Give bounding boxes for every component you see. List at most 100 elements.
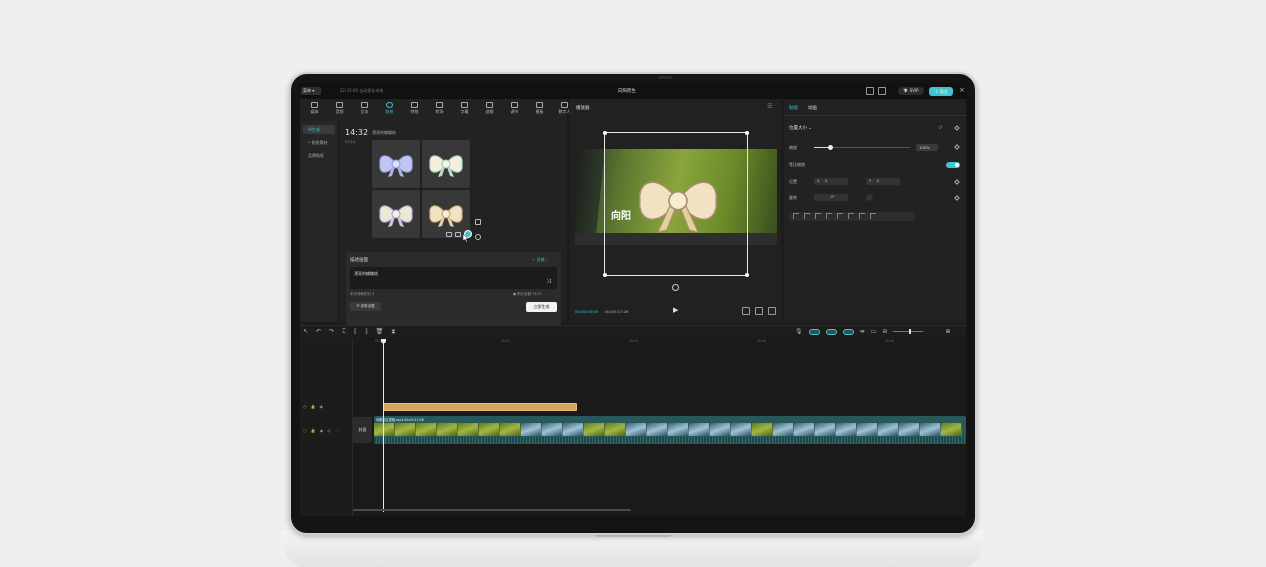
params-button[interactable]: ☰ 参数设置 <box>350 302 381 311</box>
playhead[interactable] <box>383 340 384 512</box>
export-button[interactable]: ⇪ 导出 <box>929 87 953 96</box>
tab-media[interactable]: 媒体 <box>302 101 327 117</box>
text-icon <box>361 102 368 108</box>
keyframe-icon[interactable] <box>954 125 960 131</box>
rotate-handle-icon[interactable] <box>672 284 679 291</box>
inspiration-link[interactable]: ✧ 灵感 › <box>532 257 548 263</box>
bow-thumbnail-3[interactable] <box>372 190 420 238</box>
tab-subtitle[interactable]: 字幕 <box>452 101 477 117</box>
tab-effects[interactable]: 特效 <box>402 101 427 117</box>
timeline-scrollbar[interactable] <box>353 509 631 511</box>
layout-icon[interactable] <box>866 87 874 95</box>
tab-transition[interactable]: 转场 <box>427 101 452 117</box>
undo-icon[interactable]: ↶ <box>316 328 321 336</box>
resize-handle[interactable] <box>745 273 749 277</box>
side-item-ai[interactable]: AI生成 <box>303 125 335 134</box>
expand-icon[interactable] <box>475 219 481 225</box>
tab-template[interactable]: 模板 <box>527 101 552 117</box>
image-icon[interactable] <box>455 231 461 237</box>
selection-box[interactable] <box>603 131 749 277</box>
ratio-icon[interactable] <box>755 307 763 315</box>
resize-handle[interactable] <box>603 273 607 277</box>
more-icon[interactable]: ⋯ <box>335 428 339 433</box>
align-icon[interactable] <box>837 213 843 219</box>
section-position-size[interactable]: 位置大小 ⌄ <box>789 125 812 131</box>
reset-icon[interactable]: ↺ <box>938 125 942 131</box>
media-icon <box>311 102 318 108</box>
tab-filter[interactable]: 滤镜 <box>477 101 502 117</box>
align-icon[interactable] <box>826 213 832 219</box>
side-item-materials[interactable]: • 贴纸素材 <box>303 138 335 147</box>
close-icon[interactable]: × <box>959 86 965 94</box>
keyframe-icon[interactable] <box>954 179 960 185</box>
split-right-icon[interactable]: ⟧ <box>365 328 368 336</box>
mic-icon[interactable]: 🎙 <box>795 328 803 335</box>
align-icon[interactable] <box>870 213 876 219</box>
shortcut-icon[interactable] <box>878 87 886 95</box>
scale-input[interactable]: 100% <box>916 144 938 151</box>
bow-thumbnail-1[interactable] <box>372 140 420 188</box>
video-clip[interactable]: 向阳而生视频.mp4 00:00:17:26 <box>374 416 966 444</box>
side-item-brand[interactable]: 品牌贴纸 <box>303 151 335 160</box>
resize-handle[interactable] <box>745 131 749 135</box>
audio-icon[interactable]: ◎ <box>327 428 331 433</box>
bow-thumbnail-2[interactable] <box>422 140 470 188</box>
zoom-out-icon[interactable]: ⊖ <box>882 328 887 335</box>
tab-text[interactable]: 文本 <box>352 101 377 117</box>
rotate-dial-icon[interactable] <box>866 194 873 201</box>
align-icon[interactable] <box>793 213 799 219</box>
lock-icon[interactable]: 🔒 <box>311 428 316 433</box>
crop-icon[interactable] <box>446 231 452 237</box>
zoom-in-icon[interactable]: ⊕ <box>945 328 950 335</box>
tab-sticker[interactable]: 贴纸 <box>377 101 402 117</box>
eye-icon[interactable]: ◉ <box>320 428 324 433</box>
align-icon[interactable] <box>815 213 821 219</box>
redo-icon[interactable]: ↷ <box>329 328 334 336</box>
keyframe-icon[interactable] <box>954 144 960 150</box>
player-menu-icon[interactable]: ☰ <box>767 103 772 110</box>
snap-icon[interactable] <box>825 328 837 335</box>
generate-button[interactable]: 立即生成 <box>526 302 557 312</box>
select-tool-icon[interactable]: ↖ <box>303 328 308 336</box>
sticker-clip[interactable] <box>383 403 577 411</box>
position-x-input[interactable]: X 0 <box>814 178 848 185</box>
sticker-track-controls: ◷ 🔒 ◉ <box>303 404 323 409</box>
align-icon[interactable] <box>859 213 865 219</box>
split-left-icon[interactable]: ⟦ <box>354 328 357 336</box>
resize-handle[interactable] <box>603 131 607 135</box>
fullscreen-icon[interactable] <box>768 307 776 315</box>
caption-icon[interactable]: ▭ <box>871 328 877 335</box>
svip-badge[interactable]: 💎 SVIP <box>898 87 924 95</box>
fit-icon[interactable] <box>742 307 750 315</box>
align-icon[interactable] <box>804 213 810 219</box>
zoom-slider[interactable] <box>893 329 924 334</box>
link-main-track-icon[interactable] <box>808 328 820 335</box>
keyframe-icon[interactable] <box>954 195 960 201</box>
position-y-input[interactable]: Y 0 <box>866 178 900 185</box>
time-ruler[interactable]: 00:00 00:02 00:04 00:06 00:08 <box>375 339 966 345</box>
lock-icon[interactable]: 🔒 <box>311 404 316 409</box>
zoom-thumb[interactable] <box>909 329 912 334</box>
prompt-input[interactable]: 漂亮的蝴蝶结 ⤨ <box>350 267 557 289</box>
tab-animation[interactable]: 动画 <box>808 105 817 111</box>
describe-title: 描述画面 <box>350 258 368 263</box>
mirror-icon[interactable]: ⧗ <box>391 328 395 336</box>
track-headers <box>300 338 353 516</box>
redo-generate-icon[interactable] <box>475 234 481 240</box>
split-icon[interactable]: ⌶ <box>342 328 346 336</box>
eye-icon[interactable]: ◉ <box>319 404 323 409</box>
tab-label: 特效 <box>410 109 419 114</box>
split-view-icon[interactable]: ⇹ <box>860 328 865 335</box>
scale-slider-thumb[interactable] <box>828 145 834 150</box>
menu-button[interactable]: 菜单 ▾ <box>301 87 321 95</box>
preview-axis-icon[interactable] <box>842 328 854 335</box>
rotate-input[interactable]: 0° <box>814 194 848 201</box>
play-icon[interactable]: ▶ <box>673 306 678 314</box>
tab-adjust[interactable]: 调节 <box>502 101 527 117</box>
delete-icon[interactable]: 🗑 <box>376 328 384 336</box>
shuffle-icon[interactable]: ⤨ <box>546 278 551 286</box>
align-icon[interactable] <box>848 213 854 219</box>
tab-sticker[interactable]: 贴纸 <box>789 105 798 111</box>
tab-audio[interactable]: 音频 <box>327 101 352 117</box>
cover-button[interactable]: 封面 <box>353 417 372 443</box>
